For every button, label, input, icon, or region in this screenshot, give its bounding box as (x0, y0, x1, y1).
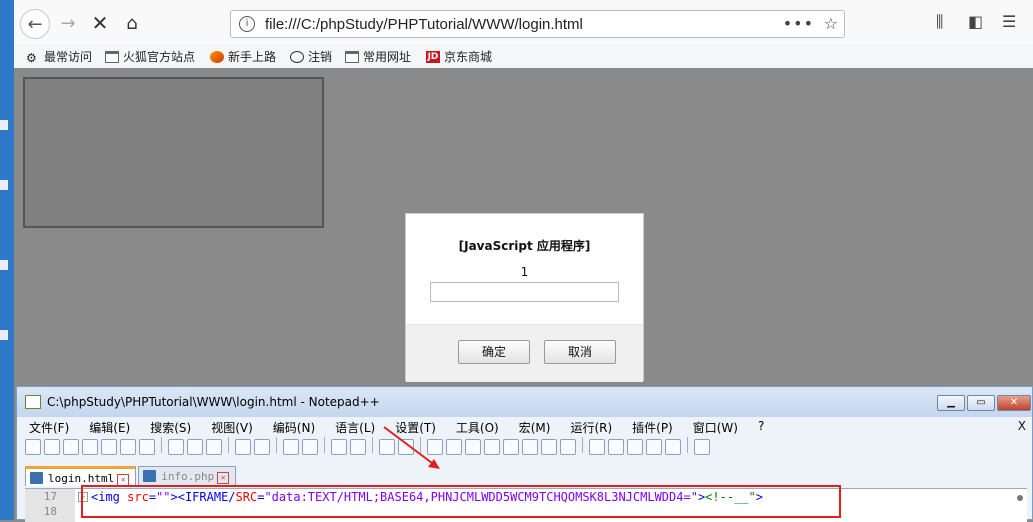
annotation-arrow (383, 426, 440, 469)
